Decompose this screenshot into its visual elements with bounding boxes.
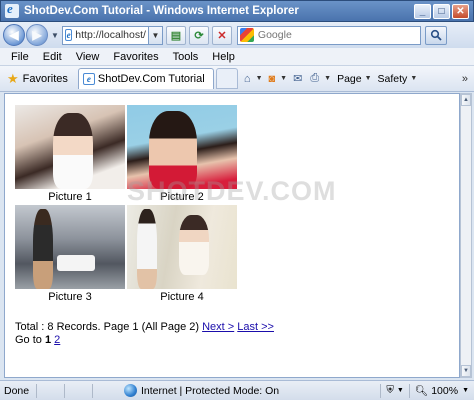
search-field[interactable] [236, 25, 421, 45]
picture-cell: Picture 3 [15, 205, 125, 303]
status-bar: Done Internet | Protected Mode: On ⛨ ▼ 🔍︎… [0, 380, 474, 400]
menu-edit[interactable]: Edit [36, 51, 69, 63]
menu-view[interactable]: View [69, 51, 107, 63]
picture-caption: Picture 1 [48, 191, 92, 203]
compatibility-view-icon[interactable]: ▤ [165, 25, 186, 45]
home-icon: ⌂ [243, 72, 251, 85]
tab-shotdev[interactable]: e ShotDev.Com Tutorial [77, 68, 214, 89]
print-button[interactable]: ⎙ ▼ [310, 72, 331, 85]
zoom-icon: 🔍︎ [414, 385, 429, 397]
scroll-up-button[interactable]: ▲ [461, 94, 471, 106]
maximize-button[interactable]: □ [433, 3, 450, 19]
zone-text: Internet | Protected Mode: On [141, 384, 280, 397]
zoom-button[interactable]: 🔍︎ 100% ▼ [408, 383, 474, 398]
picture-caption: Picture 3 [48, 291, 92, 303]
next-page-link[interactable]: Next > [202, 321, 234, 333]
shield-icon: ⛨ [386, 385, 394, 396]
ie-app-icon [5, 1, 19, 18]
status-text: Done [4, 384, 30, 397]
printer-icon: ⎙ [310, 72, 320, 84]
last-page-link[interactable]: Last >> [237, 321, 274, 333]
address-field[interactable]: e http://localhost/ [61, 25, 149, 45]
minimize-button[interactable]: _ [414, 3, 431, 19]
menu-help[interactable]: Help [205, 51, 242, 63]
safety-menu[interactable]: Safety ▼ [378, 73, 418, 85]
page-content: Picture 1 Picture 2 Picture 3 Picture 4 … [4, 93, 460, 378]
page-icon: e [82, 73, 95, 85]
forward-button[interactable]: ▶ [26, 24, 48, 46]
window-title: ShotDev.Com Tutorial - Windows Internet … [24, 5, 299, 17]
close-button[interactable]: ✕ [452, 3, 469, 19]
tab-label: ShotDev.Com Tutorial [97, 73, 205, 85]
menu-bar: File Edit View Favorites Tools Help [0, 48, 474, 66]
protected-mode-button[interactable]: ⛨ ▼ [380, 383, 408, 398]
feeds-button[interactable]: ◙ ▼ [269, 73, 288, 85]
picture-caption: Picture 4 [160, 291, 204, 303]
address-dropdown-button[interactable]: ▼ [148, 25, 163, 45]
records-text: Total : 8 Records. Page 1 (All Page 2) [15, 321, 200, 333]
address-url: http://localhost/ [75, 29, 146, 41]
back-button[interactable]: ◀ [3, 24, 25, 46]
new-tab-button[interactable] [215, 68, 238, 89]
goto-label: Go to [15, 334, 42, 346]
search-input[interactable] [257, 29, 408, 41]
menu-tools[interactable]: Tools [166, 51, 206, 63]
rss-icon: ◙ [268, 72, 276, 85]
goto-pages: Go to 1 2 [15, 334, 60, 346]
page-link-2[interactable]: 2 [54, 334, 60, 346]
menu-file[interactable]: File [4, 51, 36, 63]
current-page-number: 1 [44, 334, 52, 346]
address-toolbar: ◀ ▶ ▼ e http://localhost/ ▼ ▤ ⟳ ✕ [0, 22, 474, 48]
picture-thumbnail[interactable] [15, 105, 125, 189]
page-menu-label: Page [337, 72, 362, 85]
favorites-button[interactable]: ★ Favorites [3, 71, 72, 87]
watermark-text: SHOTDEV.COM [127, 176, 337, 206]
google-icon [239, 28, 254, 42]
safety-menu-label: Safety [377, 72, 408, 85]
refresh-icon[interactable]: ⟳ [188, 25, 209, 45]
globe-icon [124, 384, 137, 397]
window-title-bar: ShotDev.Com Tutorial - Windows Internet … [0, 0, 474, 22]
mail-icon: ✉ [293, 73, 303, 85]
picture-thumbnail[interactable] [127, 205, 237, 289]
zoom-level: 100% [431, 384, 459, 397]
home-button[interactable]: ⌂ ▼ [244, 73, 263, 85]
pagination-summary: Total : 8 Records. Page 1 (All Page 2) N… [15, 321, 274, 333]
page-icon: e [64, 29, 73, 41]
star-icon: ★ [7, 70, 19, 86]
search-button[interactable] [424, 25, 447, 45]
page-menu[interactable]: Page ▼ [337, 73, 371, 85]
favorites-label: Favorites [22, 72, 68, 85]
picture-cell: Picture 4 [127, 205, 237, 303]
mail-button[interactable]: ✉ [293, 72, 304, 85]
history-dropdown-icon[interactable]: ▼ [51, 31, 59, 40]
more-commands-icon[interactable]: » [462, 73, 471, 85]
picture-cell: Picture 1 [15, 105, 125, 203]
picture-thumbnail[interactable] [15, 205, 125, 289]
scroll-down-button[interactable]: ▼ [461, 365, 471, 377]
favorites-bar: ★ Favorites e ShotDev.Com Tutorial ⌂ ▼ ◙ ▼… [0, 66, 474, 92]
stop-icon[interactable]: ✕ [211, 25, 232, 45]
vertical-scrollbar[interactable]: ▲ ▼ [460, 93, 472, 378]
menu-favorites[interactable]: Favorites [106, 51, 165, 63]
magnifier-icon [430, 29, 442, 41]
security-zone[interactable]: Internet | Protected Mode: On [124, 384, 279, 397]
